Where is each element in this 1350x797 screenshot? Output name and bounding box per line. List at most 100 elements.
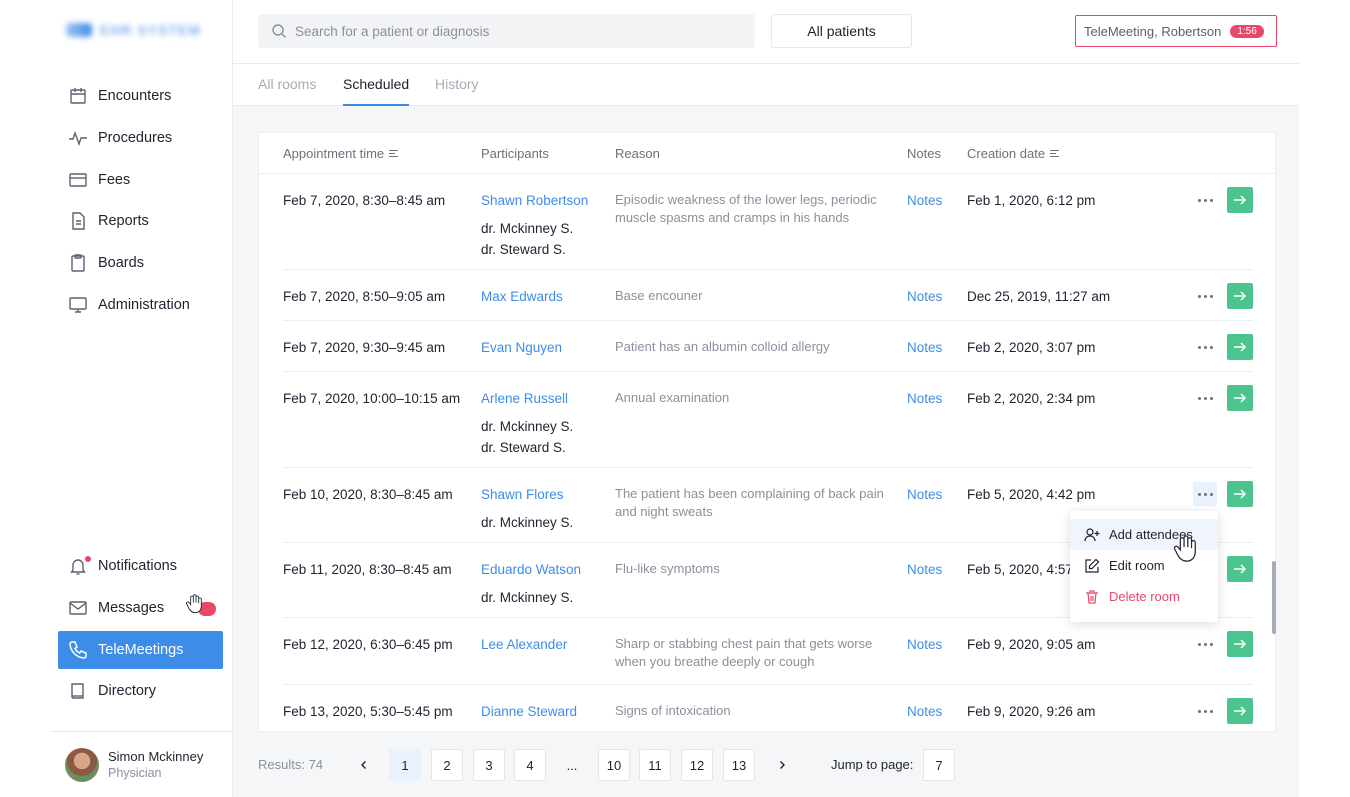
active-meeting-chip[interactable]: TeleMeeting, Robertson 1:56 — [1075, 15, 1277, 47]
table-row: Feb 7, 2020, 9:30–9:45 am Evan Nguyen Pati… — [283, 321, 1253, 372]
main-nav: Encounters Procedures Fees Reports Board… — [58, 77, 223, 328]
prev-page-button[interactable] — [348, 749, 380, 781]
more-options-button[interactable] — [1193, 386, 1217, 410]
arrow-right-icon — [1234, 342, 1247, 352]
participants: Dianne Steward — [481, 702, 577, 729]
page-button[interactable]: 3 — [473, 749, 505, 781]
header-participants: Participants — [481, 146, 549, 161]
book-icon — [71, 683, 84, 700]
user-profile[interactable]: Simon Mckinney Physician — [50, 731, 233, 797]
page-button[interactable]: 12 — [681, 749, 713, 781]
more-options-button[interactable] — [1193, 482, 1217, 506]
tab-scheduled[interactable]: Scheduled — [343, 76, 410, 106]
more-icon — [1209, 492, 1213, 496]
app-logo[interactable]: EHR SYSTEM — [66, 22, 201, 38]
patient-link[interactable]: Shawn Flores — [481, 485, 573, 504]
jump-to-page-input[interactable] — [923, 749, 955, 781]
patient-link[interactable]: Shawn Robertson — [481, 191, 588, 210]
notes-link[interactable]: Notes — [907, 702, 942, 721]
more-icon — [1209, 345, 1213, 349]
sidebar-item-administration[interactable]: Administration — [58, 286, 223, 324]
sidebar-item-fees[interactable]: Fees — [58, 161, 223, 199]
sidebar-item-messages[interactable]: Messages — [58, 589, 223, 627]
more-options-button[interactable] — [1193, 632, 1217, 656]
search-box[interactable] — [258, 14, 755, 48]
join-room-button[interactable] — [1227, 283, 1253, 309]
notes-link[interactable]: Notes — [907, 389, 942, 408]
join-room-button[interactable] — [1227, 481, 1253, 507]
more-icon — [1209, 294, 1213, 298]
header-appointment-time[interactable]: Appointment time — [283, 146, 399, 161]
more-icon — [1197, 492, 1201, 496]
more-options-button[interactable] — [1193, 699, 1217, 723]
results-count: Results: 74 — [258, 757, 324, 772]
page-button[interactable]: 2 — [431, 749, 463, 781]
header-label: Appointment time — [283, 146, 385, 161]
sidebar-item-notifications[interactable]: Notifications — [58, 547, 223, 585]
more-icon — [1209, 642, 1213, 646]
tab-history[interactable]: History — [435, 76, 479, 106]
doctor-name: dr. Mckinney S. — [481, 221, 574, 236]
page-button[interactable]: 1 — [389, 749, 421, 781]
more-options-button[interactable] — [1193, 284, 1217, 308]
page-button[interactable]: 13 — [723, 749, 755, 781]
patient-link[interactable]: Eduardo Watson — [481, 560, 581, 579]
next-page-button[interactable] — [766, 749, 798, 781]
patient-link[interactable]: Arlene Russell — [481, 389, 573, 408]
more-options-button[interactable] — [1193, 335, 1217, 359]
appointment-time: Feb 10, 2020, 8:30–8:45 am — [283, 487, 453, 502]
appointments-table: Appointment time Participants Reason Not… — [258, 132, 1276, 732]
patient-link[interactable]: Lee Alexander — [481, 635, 567, 654]
join-room-button[interactable] — [1227, 334, 1253, 360]
patient-link[interactable]: Dianne Steward — [481, 702, 577, 721]
mail-icon — [69, 601, 87, 615]
table-scrollbar[interactable] — [1272, 561, 1276, 634]
sidebar-item-procedures[interactable]: Procedures — [58, 119, 223, 157]
notes-link[interactable]: Notes — [907, 635, 942, 654]
search-input[interactable] — [295, 23, 735, 39]
join-room-button[interactable] — [1227, 187, 1253, 213]
sidebar-item-reports[interactable]: Reports — [58, 202, 223, 240]
more-icon — [1203, 492, 1207, 496]
activity-icon — [69, 130, 87, 146]
more-icon — [1209, 396, 1213, 400]
appointment-time: Feb 11, 2020, 8:30–8:45 am — [283, 562, 452, 577]
notes-link[interactable]: Notes — [907, 338, 942, 357]
more-icon — [1197, 345, 1201, 349]
more-icon — [1209, 198, 1213, 202]
sidebar-item-encounters[interactable]: Encounters — [58, 77, 223, 115]
patient-filter-button[interactable]: All patients — [771, 14, 912, 48]
notes-link[interactable]: Notes — [907, 560, 942, 579]
page-button[interactable]: 10 — [598, 749, 630, 781]
sidebar-item-telemeetings[interactable]: TeleMeetings — [58, 630, 223, 669]
arrow-right-icon — [1234, 393, 1247, 403]
join-room-button[interactable] — [1227, 631, 1253, 657]
notes-link[interactable]: Notes — [907, 485, 942, 504]
creation-date: Feb 9, 2020, 9:26 am — [967, 704, 1096, 719]
join-room-button[interactable] — [1227, 385, 1253, 411]
patient-link[interactable]: Max Edwards — [481, 287, 563, 306]
join-room-button[interactable] — [1227, 556, 1253, 582]
sidebar-item-directory[interactable]: Directory — [58, 672, 223, 710]
sidebar-item-boards[interactable]: Boards — [58, 244, 223, 282]
header-creation-date[interactable]: Creation date — [967, 146, 1060, 161]
logo-text: EHR SYSTEM — [100, 22, 202, 38]
more-options-button[interactable] — [1193, 188, 1217, 212]
menu-delete-room[interactable]: Delete room — [1070, 581, 1218, 612]
hand-cursor-icon — [186, 594, 202, 613]
participants: Eduardo Watson dr. Mckinney S. — [481, 560, 581, 608]
notes-link[interactable]: Notes — [907, 287, 942, 306]
page-button[interactable]: 4 — [514, 749, 546, 781]
notes-link[interactable]: Notes — [907, 191, 942, 210]
join-room-button[interactable] — [1227, 698, 1253, 724]
page-button[interactable]: 11 — [639, 749, 671, 781]
patient-link[interactable]: Evan Nguyen — [481, 338, 562, 357]
header-label: Creation date — [967, 146, 1046, 161]
creation-date: Feb 2, 2020, 3:07 pm — [967, 340, 1096, 355]
hand-cursor-icon — [1173, 535, 1196, 562]
row-action-menu: Add attendees Edit room Delete room — [1070, 511, 1218, 622]
more-icon — [1209, 709, 1213, 713]
tab-all-rooms[interactable]: All rooms — [258, 76, 316, 106]
sidebar-item-label: Administration — [98, 296, 190, 313]
top-bar: All patients TeleMeeting, Robertson 1:56 — [233, 0, 1299, 64]
